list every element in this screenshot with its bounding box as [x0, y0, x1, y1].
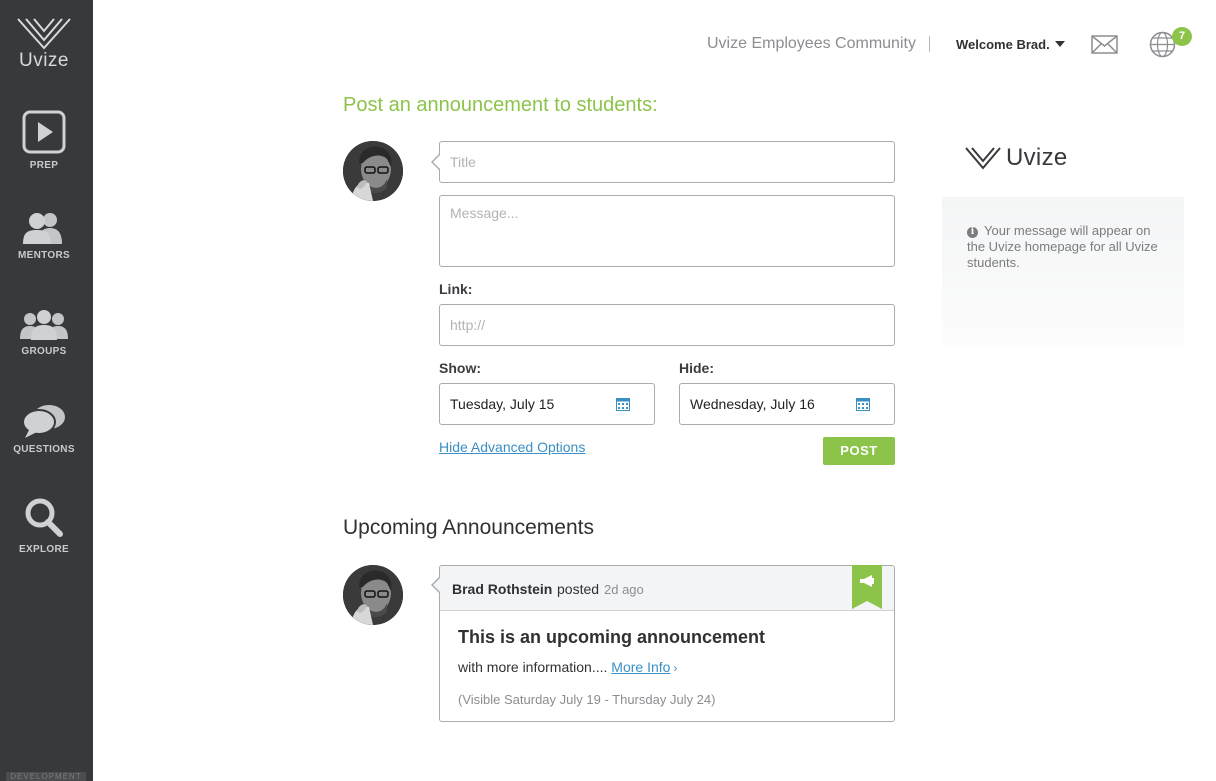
- announcement-visibility: (Visible Saturday July 19 - Thursday Jul…: [458, 692, 716, 707]
- link-label: Link:: [439, 281, 473, 297]
- info-brand-name: Uvize: [1006, 144, 1068, 171]
- play-icon: [22, 110, 66, 154]
- sidebar-item-groups[interactable]: GROUPS: [0, 309, 88, 357]
- announcement-flag: [852, 565, 882, 609]
- info-message-text: Your message will appear on the Uvize ho…: [967, 223, 1158, 270]
- community-name[interactable]: Uvize Employees Community: [707, 35, 916, 53]
- app-root: Uvize PREP MENTORS GROUPS QUESTIONS EXPL…: [0, 0, 1216, 781]
- show-label: Show:: [439, 360, 481, 376]
- search-icon: [25, 498, 63, 537]
- notification-badge[interactable]: 7: [1172, 27, 1192, 46]
- caret-down-icon: [1054, 41, 1065, 47]
- info-icon: i: [967, 227, 978, 238]
- questions-icon: [22, 405, 65, 438]
- bubble-pointer-fill: [433, 154, 441, 170]
- user-photo: [343, 141, 403, 201]
- sidebar-item-label: EXPLORE: [19, 544, 69, 555]
- card-pointer-fill: [433, 577, 441, 593]
- sidebar-item-label: MENTORS: [18, 250, 70, 261]
- sidebar-item-label: QUESTIONS: [13, 444, 75, 455]
- sidebar-item-label: PREP: [29, 160, 59, 171]
- announcement-timestamp: 2d ago: [604, 582, 644, 597]
- user-menu[interactable]: Welcome Brad.: [956, 37, 1065, 52]
- announcement-header: Brad Rothstein posted 2d ago: [440, 565, 894, 611]
- title-input[interactable]: [439, 141, 895, 183]
- mentors-icon: [23, 213, 62, 244]
- sidebar-item-explore[interactable]: EXPLORE: [0, 498, 88, 555]
- show-date-value: Tuesday, July 15: [450, 396, 555, 412]
- uvize-logo-icon: [965, 147, 1001, 170]
- announcement-body-text: with more information....: [458, 659, 608, 675]
- info-panel: i Your message will appear on the Uvize h…: [942, 197, 1184, 345]
- sidebar-item-questions[interactable]: QUESTIONS: [0, 404, 88, 455]
- announcement-body: with more information.... More Info ›: [458, 659, 677, 675]
- message-textarea[interactable]: [439, 195, 895, 267]
- user-photo: [343, 565, 403, 625]
- show-date-picker[interactable]: Tuesday, July 15: [439, 383, 655, 425]
- info-message: i Your message will appear on the Uvize h…: [967, 223, 1167, 271]
- chevron-right-icon: ›: [673, 661, 678, 675]
- announcement-card[interactable]: Brad Rothstein posted 2d ago This is an …: [439, 565, 895, 722]
- groups-icon: [20, 310, 68, 340]
- environment-label: DEVELOPMENT: [6, 772, 86, 781]
- hide-advanced-options-link[interactable]: Hide Advanced Options: [439, 439, 585, 455]
- post-button[interactable]: POST: [823, 437, 895, 465]
- welcome-text: Welcome Brad.: [956, 37, 1050, 52]
- announcement-posted-text: posted: [557, 581, 600, 597]
- sidebar-item-label: GROUPS: [21, 346, 67, 357]
- announcement-title: This is an upcoming announcement: [458, 627, 766, 647]
- sidebar-item-prep[interactable]: PREP: [0, 110, 88, 171]
- flag-notch: [852, 601, 882, 609]
- sidebar: Uvize PREP MENTORS GROUPS QUESTIONS EXPL…: [0, 0, 93, 781]
- post-form-heading: Post an announcement to students:: [343, 94, 658, 116]
- mail-icon[interactable]: [1091, 35, 1118, 54]
- calendar-icon[interactable]: [856, 397, 870, 411]
- uvize-logo-icon: [17, 18, 71, 50]
- avatar: [343, 565, 403, 625]
- link-input[interactable]: [439, 304, 895, 346]
- brand-name: Uvize: [18, 50, 69, 71]
- sidebar-item-mentors[interactable]: MENTORS: [0, 212, 88, 261]
- hide-date-picker[interactable]: Wednesday, July 16: [679, 383, 895, 425]
- megaphone-icon: [860, 575, 874, 587]
- brand-logo[interactable]: Uvize: [0, 16, 88, 72]
- more-info-link[interactable]: More Info: [611, 659, 670, 675]
- announcement-author[interactable]: Brad Rothstein: [452, 581, 552, 597]
- hide-date-value: Wednesday, July 16: [690, 396, 815, 412]
- hide-label: Hide:: [679, 360, 714, 376]
- calendar-icon[interactable]: [616, 397, 630, 411]
- header-divider: [929, 36, 930, 52]
- avatar: [343, 141, 403, 201]
- upcoming-heading: Upcoming Announcements: [343, 516, 594, 539]
